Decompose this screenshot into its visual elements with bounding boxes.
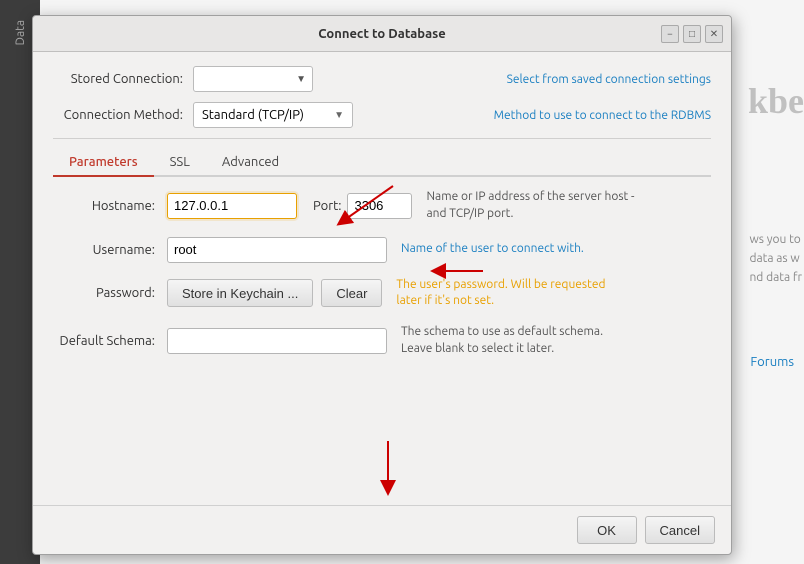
store-in-keychain-button[interactable]: Store in Keychain ... (167, 279, 313, 307)
username-input[interactable] (167, 237, 387, 263)
connection-method-row: Connection Method: Standard (TCP/IP) ▼ M… (53, 102, 711, 128)
close-button[interactable]: ✕ (705, 25, 723, 43)
footer-arrow (373, 436, 403, 499)
tab-parameters[interactable]: Parameters (53, 149, 154, 177)
default-schema-input[interactable] (167, 328, 387, 354)
connect-to-database-dialog: Connect to Database − □ ✕ Stored Connect… (32, 15, 732, 555)
cancel-button[interactable]: Cancel (645, 516, 715, 544)
default-schema-row: Default Schema: The schema to use as def… (57, 324, 707, 358)
minimize-button[interactable]: − (661, 25, 679, 43)
stored-connection-select[interactable]: ▼ (193, 66, 313, 92)
tab-advanced[interactable]: Advanced (206, 149, 295, 177)
connection-method-label: Connection Method: (53, 108, 193, 122)
ok-button[interactable]: OK (577, 516, 637, 544)
connection-method-value: Standard (TCP/IP) (202, 108, 304, 122)
hostname-label: Hostname: (57, 199, 167, 213)
chevron-down-icon: ▼ (334, 109, 344, 121)
default-schema-hint: The schema to use as default schema. Lea… (401, 324, 621, 358)
stored-connection-hint: Select from saved connection settings (507, 73, 711, 86)
chevron-down-icon: ▼ (296, 73, 306, 85)
section-divider (53, 138, 711, 139)
tab-ssl[interactable]: SSL (154, 149, 206, 177)
bg-description-text: ws you todata as wnd data fr (749, 230, 802, 288)
sidebar-label: Data (14, 20, 27, 46)
username-label: Username: (57, 243, 167, 257)
dialog-title: Connect to Database (318, 27, 446, 41)
clear-password-button[interactable]: Clear (321, 279, 382, 307)
username-arrow (428, 256, 488, 289)
password-controls: Store in Keychain ... Clear (167, 279, 382, 307)
bg-forums-link[interactable]: Forums (750, 355, 794, 369)
connection-method-hint: Method to use to connect to the RDBMS (494, 109, 711, 122)
bg-brand-text: kbe (748, 80, 804, 122)
parameter-tabs: Parameters SSL Advanced (53, 149, 711, 177)
password-label: Password: (57, 286, 167, 300)
hostname-arrow (323, 181, 403, 234)
window-controls: − □ ✕ (661, 25, 723, 43)
hostname-input[interactable] (167, 193, 297, 219)
username-row: Username: Name of the user to connect wi… (57, 237, 707, 263)
stored-connection-row: Stored Connection: ▼ Select from saved c… (53, 66, 711, 92)
dialog-title-bar: Connect to Database − □ ✕ (33, 16, 731, 52)
stored-connection-label: Stored Connection: (53, 72, 193, 86)
default-schema-label: Default Schema: (57, 334, 167, 348)
password-row: Password: Store in Keychain ... Clear Th… (57, 277, 707, 311)
maximize-button[interactable]: □ (683, 25, 701, 43)
connection-method-select[interactable]: Standard (TCP/IP) ▼ (193, 102, 353, 128)
dialog-footer: OK Cancel (33, 505, 731, 554)
hostname-hint: Name or IP address of the server host - … (426, 189, 646, 223)
